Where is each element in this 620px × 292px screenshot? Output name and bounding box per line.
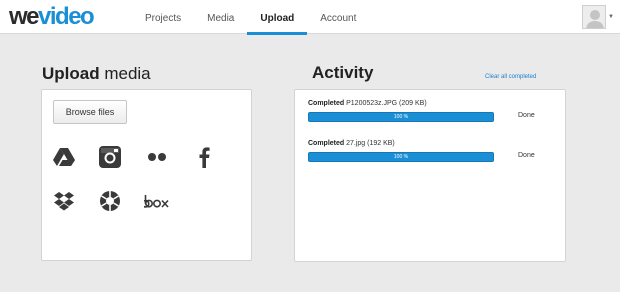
facebook-icon[interactable] [192,145,216,169]
activity-item-filename: P1200523z.JPG (209 KB) [346,100,427,107]
activity-item-state: Completed [308,140,345,147]
flickr-icon[interactable] [145,145,169,169]
upload-media-title: Upload media [42,64,151,84]
upload-panel: Browse files [41,89,252,261]
activity-item-state: Completed [308,100,345,107]
nav-tab-projects[interactable]: Projects [132,0,194,34]
top-nav-bar: we video Projects Media Upload Account ▼ [0,0,620,35]
browse-files-button[interactable]: Browse files [53,100,127,124]
progress-bar: 100 % [308,152,494,162]
activity-item-title: Completed P1200523z.JPG (209 KB) [308,100,558,107]
box-icon[interactable] [142,189,172,213]
chevron-down-icon: ▼ [608,14,614,20]
nav-tab-upload[interactable]: Upload [247,0,308,35]
progress-label: 100 % [393,114,409,120]
status-label: Done [518,112,535,119]
instagram-icon[interactable] [98,145,122,169]
wevideo-logo[interactable]: we video [9,3,95,31]
logo-part-video: video [38,3,95,30]
logo-part-we: we [9,3,40,30]
user-silhouette-icon [586,10,604,28]
nav-tab-account[interactable]: Account [307,0,369,34]
user-menu[interactable]: ▼ [582,3,614,31]
status-label: Done [518,152,535,159]
nav-tab-media[interactable]: Media [194,0,247,34]
activity-panel: Completed P1200523z.JPG (209 KB) 100 % D… [294,89,566,262]
progress-label: 100 % [393,154,409,160]
activity-title: Activity [312,63,374,82]
clear-all-completed-link[interactable]: Clear all completed [485,74,536,80]
activity-item-title: Completed 27.jpg (192 KB) [308,140,558,147]
activity-item-filename: 27.jpg (192 KB) [346,140,395,147]
dropbox-icon[interactable] [52,189,76,213]
progress-bar: 100 % [308,112,494,122]
main-nav: Projects Media Upload Account [132,0,369,35]
avatar [582,5,606,29]
picasa-icon[interactable] [98,189,122,213]
upload-title-bold: Upload [42,64,100,83]
google-drive-icon[interactable] [52,145,76,169]
upload-title-rest: media [99,64,151,83]
activity-item: Completed 27.jpg (192 KB) 100 % Done [308,140,558,162]
activity-item: Completed P1200523z.JPG (209 KB) 100 % D… [308,100,558,122]
